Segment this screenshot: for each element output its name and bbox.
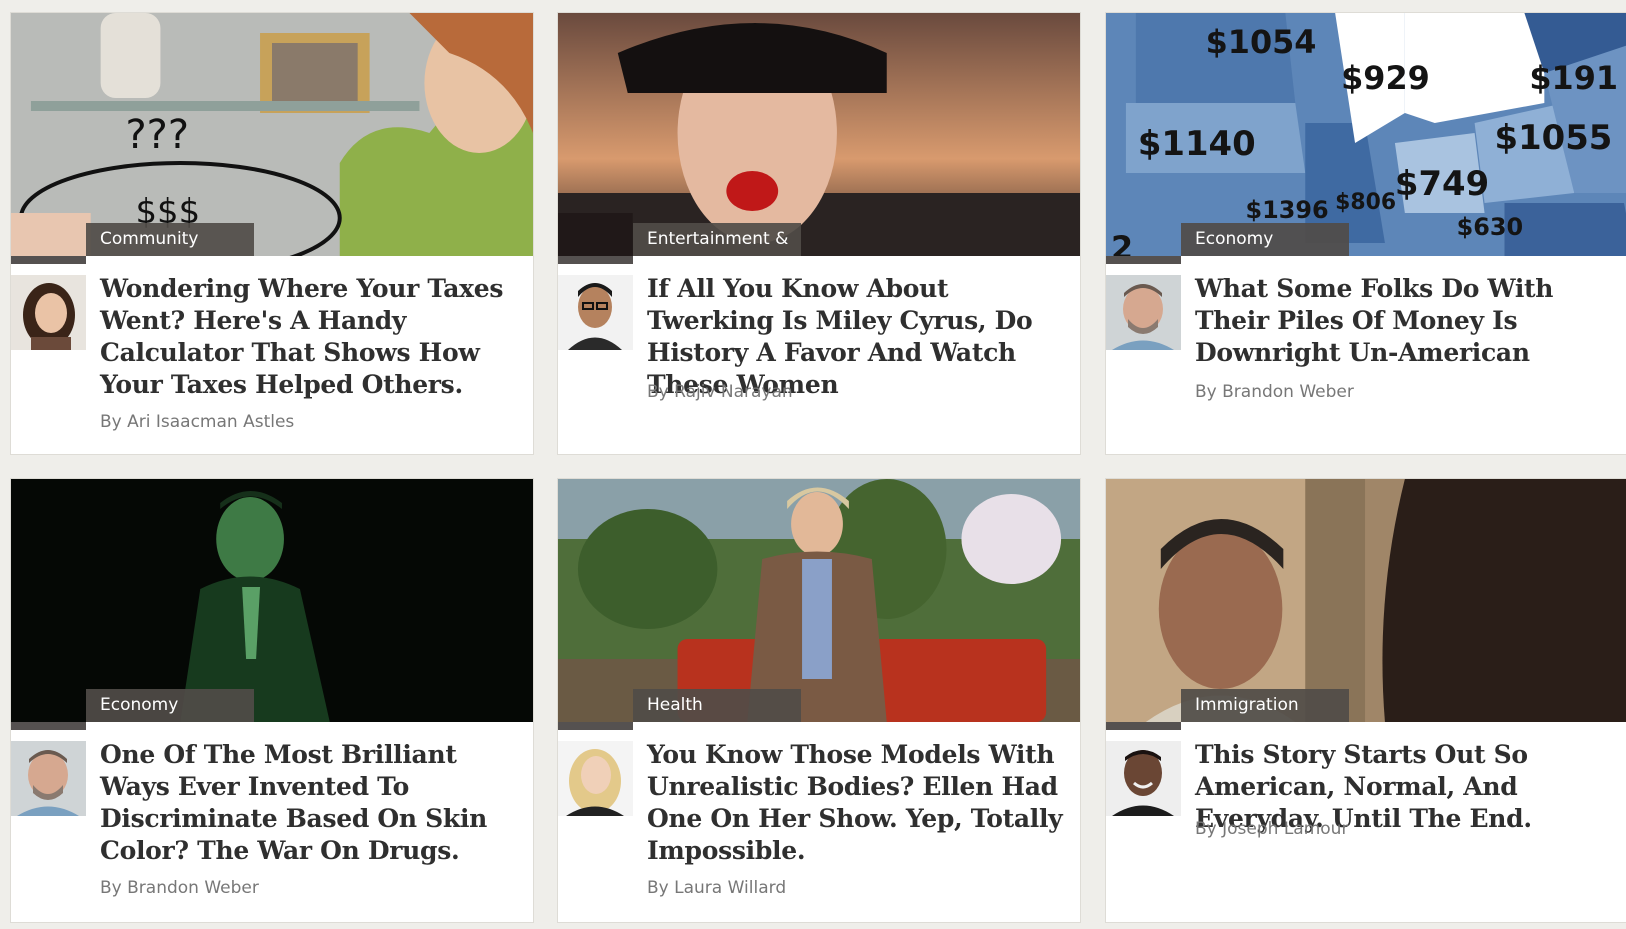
author-avatar[interactable]: [558, 741, 633, 816]
thumbnail-strip: [1106, 256, 1181, 264]
svg-text:$749: $749: [1395, 165, 1489, 204]
article-card[interactable]: Economy One Of The Most Brilliant Ways E…: [10, 478, 534, 923]
category-tag[interactable]: Entertainment & Culture: [633, 223, 801, 282]
thumbnail-strip: [11, 256, 86, 264]
article-byline[interactable]: By Ari Isaacman Astles: [100, 412, 294, 432]
svg-text:$630: $630: [1457, 213, 1523, 241]
article-card[interactable]: Immigration This Story Starts Out So Ame…: [1105, 478, 1626, 923]
author-avatar[interactable]: [1106, 275, 1181, 350]
category-tag[interactable]: Community: [86, 223, 254, 256]
svg-text:$1396: $1396: [1245, 196, 1328, 224]
article-thumbnail[interactable]: [558, 479, 1080, 722]
thumbnail-strip: [1106, 722, 1181, 730]
thumbnail-strip: [558, 722, 633, 730]
svg-text:$929: $929: [1341, 59, 1430, 97]
svg-text:2: 2: [1111, 229, 1133, 256]
article-title[interactable]: What Some Folks Do With Their Piles Of M…: [1195, 273, 1620, 369]
category-tag[interactable]: Economy: [1181, 223, 1349, 256]
article-thumbnail[interactable]: [1106, 479, 1626, 722]
article-card[interactable]: Health You Know Those Models With Unreal…: [557, 478, 1081, 923]
author-avatar[interactable]: [11, 741, 86, 816]
author-avatar[interactable]: [11, 275, 86, 350]
article-title[interactable]: Wondering Where Your Taxes Went? Here's …: [100, 273, 525, 401]
author-avatar[interactable]: [558, 275, 633, 350]
author-avatar[interactable]: [1106, 741, 1181, 816]
article-thumbnail[interactable]: [11, 479, 533, 722]
article-byline[interactable]: By Brandon Weber: [100, 878, 259, 898]
svg-text:$191: $191: [1529, 59, 1618, 97]
category-tag[interactable]: Economy: [86, 689, 254, 722]
thumbnail-strip: [558, 256, 633, 264]
article-thumbnail[interactable]: ??? $$$: [11, 13, 533, 256]
article-grid: ??? $$$ Community Wondering Where Your T…: [0, 0, 1626, 929]
svg-text:$1140: $1140: [1138, 125, 1256, 164]
article-card[interactable]: ??? $$$ Community Wondering Where Your T…: [10, 12, 534, 455]
article-title[interactable]: You Know Those Models With Unrealistic B…: [647, 739, 1072, 867]
svg-text:$806: $806: [1335, 190, 1396, 215]
article-thumbnail[interactable]: [558, 13, 1080, 256]
article-card[interactable]: $1054 $929 $191 $1140 $1055 $749 $1396 $…: [1105, 12, 1626, 455]
category-tag[interactable]: Health: [633, 689, 801, 722]
article-byline[interactable]: By Brandon Weber: [1195, 382, 1354, 402]
svg-text:$1054: $1054: [1206, 23, 1317, 61]
article-byline[interactable]: By Joseph Lamour: [1195, 819, 1348, 839]
svg-text:???: ???: [126, 112, 189, 158]
article-card[interactable]: Entertainment & Culture If All You Know …: [557, 12, 1081, 455]
article-thumbnail[interactable]: $1054 $929 $191 $1140 $1055 $749 $1396 $…: [1106, 13, 1626, 256]
article-byline[interactable]: By Laura Willard: [647, 878, 786, 898]
article-title[interactable]: One Of The Most Brilliant Ways Ever Inve…: [100, 739, 525, 867]
article-byline[interactable]: By Rajiv Narayan: [647, 382, 793, 402]
svg-text:$1055: $1055: [1495, 119, 1613, 158]
thumbnail-strip: [11, 722, 86, 730]
category-tag[interactable]: Immigration: [1181, 689, 1349, 722]
